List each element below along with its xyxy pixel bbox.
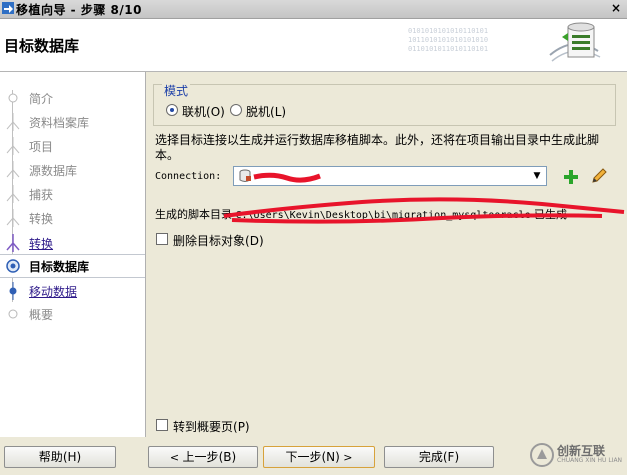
- goto-summary-label: 转到概要页: [173, 420, 234, 434]
- connection-label: Connection:: [155, 171, 222, 182]
- edit-connection-icon[interactable]: [590, 167, 608, 185]
- step-repository: 资料档案库: [0, 111, 145, 133]
- radio-unselected-icon[interactable]: [230, 104, 242, 116]
- next-button[interactable]: 下一步(N) >: [263, 446, 375, 468]
- step-move-data[interactable]: 移动数据: [0, 280, 145, 302]
- step-branch-icon: [6, 161, 20, 179]
- step-future-icon: [8, 309, 18, 319]
- watermark: 创新互联 CHUANG XIN HU LIAN: [527, 438, 627, 470]
- redaction-scribble: [253, 172, 321, 183]
- mode-group: 模式 联机(O) 脱机(L): [153, 82, 616, 126]
- checkbox-icon[interactable]: [156, 233, 168, 245]
- checkbox-icon[interactable]: [156, 419, 168, 431]
- step-branch-icon: [6, 137, 20, 155]
- step-translate[interactable]: 转换: [0, 232, 145, 254]
- step-branch-icon: [6, 113, 20, 131]
- step-capture: 捕获: [0, 183, 145, 205]
- binary-decoration: 0101010101010110101 1011010101010101010 …: [408, 27, 489, 53]
- step-branch-icon: [6, 234, 20, 252]
- online-key: (O): [206, 105, 225, 119]
- step-branch-icon: [6, 185, 20, 203]
- goto-summary-key: (P): [233, 420, 250, 434]
- dropdown-arrow-icon[interactable]: ▼: [528, 167, 546, 185]
- step-summary: 概要: [0, 303, 145, 325]
- page-title: 目标数据库: [4, 37, 80, 55]
- window-title: 移植向导 - 步骤 8/10: [16, 3, 142, 17]
- step-done-icon: [8, 93, 18, 103]
- title-bar: 移植向导 - 步骤 8/10 ×: [0, 0, 627, 19]
- step-source-db: 源数据库: [0, 159, 145, 181]
- add-connection-icon[interactable]: [562, 168, 580, 186]
- online-label: 联机: [182, 105, 207, 119]
- arrow-left-icon: <: [169, 451, 183, 464]
- arrow-right-icon: >: [339, 451, 353, 464]
- watermark-subtitle: CHUANG XIN HU LIAN: [557, 457, 623, 464]
- step-project: 项目: [0, 135, 145, 157]
- description-text: 选择目标连接以生成并运行数据库移植脚本。此外，还将在项目输出目录中生成此脚本。: [155, 133, 600, 162]
- radio-selected-icon[interactable]: [166, 104, 178, 116]
- step-pending-icon: [9, 282, 17, 300]
- step-convert: 转换: [0, 207, 145, 229]
- offline-key: (L): [270, 105, 287, 119]
- step-target-db: 目标数据库: [0, 254, 145, 278]
- close-icon[interactable]: ×: [609, 1, 623, 15]
- back-button[interactable]: < 上一步(B): [148, 446, 258, 468]
- step-list: 简介 资料档案库 项目 源数据库 捕获 转换 转换 目标数据库 移动数据 概要: [0, 72, 146, 437]
- current-step-icon: [6, 259, 20, 273]
- offline-label: 脱机: [246, 105, 271, 119]
- finish-button[interactable]: 完成(F): [384, 446, 494, 468]
- drop-target-key: (D): [245, 234, 264, 248]
- drop-target-label: 删除目标对象: [173, 234, 246, 248]
- database-migration-icon: [549, 22, 601, 62]
- database-icon: [239, 169, 251, 182]
- help-button[interactable]: 帮助(H): [4, 446, 116, 468]
- step-intro: 简介: [0, 87, 145, 109]
- mode-legend: 模式: [162, 82, 191, 99]
- step-branch-icon: [6, 209, 20, 227]
- watermark-logo-icon: [530, 443, 554, 467]
- wizard-app-icon: [2, 2, 14, 14]
- redaction-scribble: [223, 197, 625, 224]
- script-dir-prefix: 生成的脚本目录: [155, 208, 232, 221]
- wizard-header: 目标数据库 0101010101010110101 10110101010101…: [0, 19, 627, 72]
